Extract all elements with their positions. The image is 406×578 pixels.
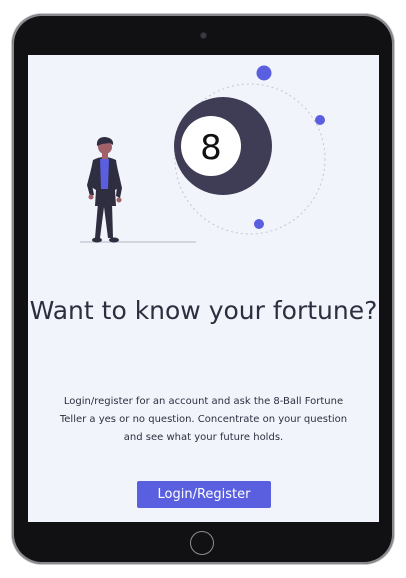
orbit-dot-bottom: [254, 219, 264, 229]
intro-description: Login/register for an account and ask th…: [59, 396, 348, 443]
hero-illustration: 8: [80, 65, 326, 243]
orbit-dot-right: [315, 115, 325, 125]
eight-ball-label: 8: [200, 128, 222, 168]
person-illustration: [87, 137, 122, 243]
page-title: Want to know your fortune?: [29, 296, 378, 325]
login-register-button[interactable]: Login/Register: [137, 481, 271, 508]
eight-ball-icon: 8: [174, 97, 272, 195]
home-button-icon[interactable]: [190, 531, 214, 555]
orbit-dot-large: [256, 65, 272, 81]
camera-icon: [200, 32, 207, 39]
tablet-frame: 8 Want to know your fortune? Login/regis…: [12, 14, 394, 564]
app-screen: 8 Want to know your fortune? Login/regis…: [28, 55, 379, 522]
